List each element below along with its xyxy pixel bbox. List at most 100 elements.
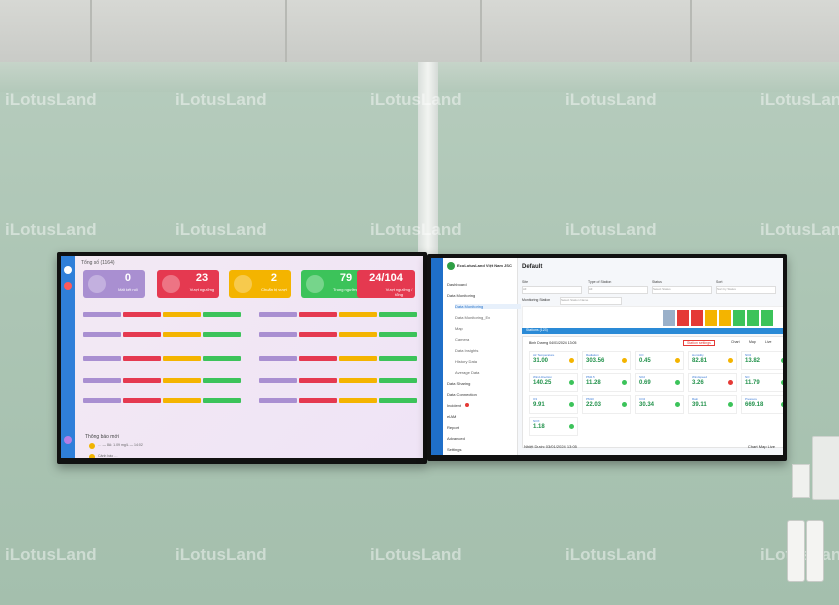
measurement-tile[interactable]: NOX 1.18 xyxy=(529,417,578,436)
map-button[interactable]: Map xyxy=(749,340,756,344)
status-bar[interactable] xyxy=(163,378,201,383)
dashboard-title[interactable]: Default xyxy=(522,264,542,270)
right-monitor: EcoLotusLand Việt Nam JSC Dashboard Data … xyxy=(427,254,787,461)
status-bar[interactable] xyxy=(83,398,121,403)
measurement-tile[interactable]: PM10 22.03 xyxy=(582,395,631,414)
status-bar[interactable] xyxy=(259,332,297,337)
measurement-tile[interactable]: Air Temperature 31.00 xyxy=(529,351,578,370)
status-bar[interactable] xyxy=(339,332,377,337)
status-card[interactable]: 0 Mất kết nối xyxy=(83,270,145,298)
status-bar[interactable] xyxy=(259,378,297,383)
measurement-tile[interactable]: Rain 39.11 xyxy=(688,395,737,414)
status-bar[interactable] xyxy=(203,332,241,337)
status-bar[interactable] xyxy=(259,312,297,317)
sidebar-item[interactable]: Average Data xyxy=(455,370,479,375)
status-bar[interactable] xyxy=(163,332,201,337)
status-bar[interactable] xyxy=(299,356,337,361)
filter-select[interactable]: Select Status xyxy=(652,286,712,294)
event-item[interactable]: Cảnh báo … xyxy=(89,453,209,458)
sidebar-item[interactable]: Map xyxy=(455,326,463,331)
status-dot-icon xyxy=(675,358,680,363)
ac-remote xyxy=(806,520,824,582)
event-item[interactable]: … — 8A: 1.09 mg/L — 14:02 xyxy=(89,442,209,451)
sidebar-item[interactable]: History Data xyxy=(455,359,477,364)
live-button[interactable]: Live xyxy=(765,340,771,344)
status-bar[interactable] xyxy=(163,356,201,361)
status-bar[interactable] xyxy=(123,312,161,317)
filter-label: Type of Station xyxy=(588,280,612,284)
sidebar-item[interactable]: Data Connection xyxy=(447,392,477,397)
status-bar[interactable] xyxy=(379,378,417,383)
status-bar[interactable] xyxy=(339,312,377,317)
status-bar[interactable] xyxy=(163,398,201,403)
status-bar[interactable] xyxy=(299,332,337,337)
status-bar[interactable] xyxy=(379,332,417,337)
status-bar[interactable] xyxy=(123,356,161,361)
measurement-tile[interactable]: NO2 13.82 xyxy=(741,351,783,370)
status-bar[interactable] xyxy=(83,378,121,383)
status-bar[interactable] xyxy=(203,356,241,361)
station-settings-button[interactable]: Station settings xyxy=(683,340,715,346)
sidebar-item[interactable]: Advanced xyxy=(447,436,465,441)
sidebar-item[interactable]: Report xyxy=(447,425,459,430)
next-station-actions[interactable]: Chart Map Live xyxy=(748,444,775,449)
sidebar-item[interactable]: Dashboard xyxy=(447,282,467,287)
status-card[interactable]: 79 Trong ngưỡng xyxy=(301,270,363,298)
status-bar[interactable] xyxy=(379,398,417,403)
measurement-tile[interactable]: SO2 0.69 xyxy=(635,373,684,392)
watermark-text: iLotusLand xyxy=(370,220,462,239)
status-bar[interactable] xyxy=(163,312,201,317)
sidebar-item[interactable]: Data Monitoring xyxy=(455,304,521,309)
status-card[interactable]: 23 Vượt ngưỡng xyxy=(157,270,219,298)
sidebar-item[interactable]: Camera xyxy=(455,337,469,342)
measurement-tile[interactable]: CO2 30.34 xyxy=(635,395,684,414)
monitoring-station-select[interactable]: Select Station Name xyxy=(560,297,622,305)
sidebar-item[interactable]: Incident xyxy=(447,403,470,408)
status-bar[interactable] xyxy=(339,398,377,403)
status-bar[interactable] xyxy=(123,398,161,403)
status-bar[interactable] xyxy=(299,312,337,317)
tile-value: 30.34 xyxy=(639,402,655,408)
measurement-tile[interactable]: Pressure 669.18 xyxy=(741,395,783,414)
filter-select[interactable]: All xyxy=(522,286,582,294)
sidebar-item[interactable]: Data Monitoring xyxy=(447,293,475,298)
measurement-tile[interactable]: Radiation 303.56 xyxy=(582,351,631,370)
status-bar[interactable] xyxy=(123,332,161,337)
status-bar[interactable] xyxy=(339,356,377,361)
status-card[interactable]: 24/104 Vượt ngưỡng / tổng xyxy=(357,270,415,298)
status-bar[interactable] xyxy=(203,378,241,383)
status-card[interactable]: 2 Chuẩn bị vượt xyxy=(229,270,291,298)
measurement-tile[interactable]: PM2.5 11.28 xyxy=(582,373,631,392)
sidebar-item[interactable]: eIAM xyxy=(447,414,456,419)
tile-name: Humidity xyxy=(692,353,704,357)
measurement-tile[interactable]: O3 9.91 xyxy=(529,395,578,414)
status-bar[interactable] xyxy=(339,378,377,383)
brand-logo-icon xyxy=(447,262,455,270)
sidebar-item[interactable]: Data Monitoring_Ex xyxy=(455,315,490,320)
measurement-tile[interactable]: NO 11.79 xyxy=(741,373,783,392)
filter-select[interactable]: Sort by Status xyxy=(716,286,776,294)
measurement-tile[interactable]: Windspeed 3.26 xyxy=(688,373,737,392)
status-bar[interactable] xyxy=(379,312,417,317)
status-bar[interactable] xyxy=(83,312,121,317)
sidebar-item[interactable]: Settings xyxy=(447,447,461,452)
status-bar[interactable] xyxy=(259,356,297,361)
measurement-tile[interactable]: CO 0.45 xyxy=(635,351,684,370)
sidebar-item[interactable]: Data Sharing xyxy=(447,381,470,386)
measurement-tile[interactable]: Humidity 82.81 xyxy=(688,351,737,370)
status-bar[interactable] xyxy=(83,332,121,337)
filter-label: Status xyxy=(652,280,662,284)
measurement-tile[interactable]: Wind direction 140.25 xyxy=(529,373,578,392)
status-bar[interactable] xyxy=(299,398,337,403)
sidebar-item[interactable]: Data Insights xyxy=(455,348,478,353)
status-bar[interactable] xyxy=(299,378,337,383)
status-bar[interactable] xyxy=(123,378,161,383)
status-bar[interactable] xyxy=(83,356,121,361)
status-bar[interactable] xyxy=(379,356,417,361)
chart-button[interactable]: Chart xyxy=(731,340,740,344)
status-bar[interactable] xyxy=(203,398,241,403)
status-bar[interactable] xyxy=(259,398,297,403)
status-bar[interactable] xyxy=(203,312,241,317)
filter-select[interactable]: All xyxy=(588,286,648,294)
station-status-strip xyxy=(663,310,675,326)
